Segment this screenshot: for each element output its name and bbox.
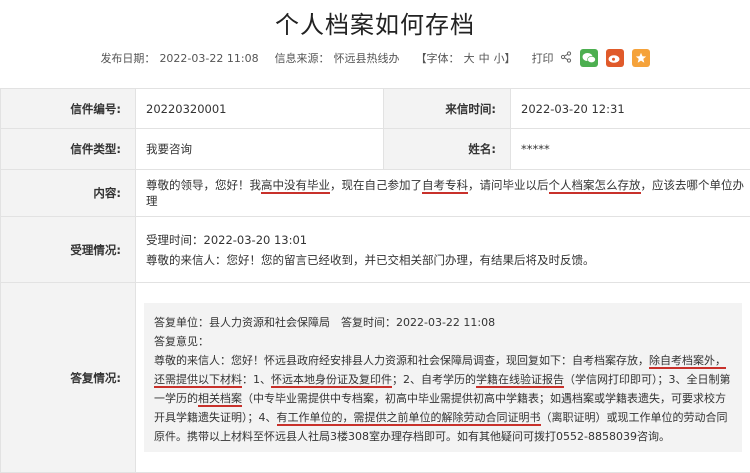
acceptance-text: 尊敬的来信人：您好！您的留言已经收到，并已交相关部门办理，有结果后将及时反馈。 xyxy=(146,250,749,270)
page-title: 个人档案如何存档 xyxy=(0,8,750,42)
publish-date-label: 发布日期： xyxy=(100,50,155,66)
print-link[interactable]: 打印 xyxy=(532,50,554,66)
letter-number-label: 信件编号: xyxy=(1,89,136,129)
font-large-link[interactable]: 大 xyxy=(464,50,475,66)
content-text: 尊敬的领导，您好！我高中没有毕业，现在自己参加了自考专科，请问毕业以后个人档案怎… xyxy=(136,170,750,217)
letter-table: 信件编号: 20220320001 来信时间: 2022-03-20 12:31… xyxy=(0,88,750,473)
name-value: ***** xyxy=(511,129,750,170)
meta-bar: 发布日期： 2022-03-22 11:08 信息来源： 怀远县热线办 【字体：… xyxy=(0,47,750,69)
letter-time-label: 来信时间: xyxy=(384,89,511,129)
name-label: 姓名: xyxy=(384,129,511,170)
font-small-link[interactable]: 小】 xyxy=(494,50,516,66)
acceptance-content: 受理时间：2022-03-20 13:01 尊敬的来信人：您好！您的留言已经收到… xyxy=(136,217,750,283)
weibo-icon[interactable] xyxy=(606,49,624,67)
share-icon[interactable] xyxy=(560,51,572,66)
content-label: 内容: xyxy=(1,170,136,217)
letter-type-label: 信件类型: xyxy=(1,129,136,170)
source-label: 信息来源： xyxy=(275,50,330,66)
source: 怀远县热线办 xyxy=(334,50,400,66)
letter-number: 20220320001 xyxy=(136,89,384,129)
font-medium-link[interactable]: 中 xyxy=(479,50,490,66)
wechat-icon[interactable] xyxy=(580,49,598,67)
reply-unit-line: 答复单位：县人力资源和社会保障局 答复时间：2022-03-22 11:08 xyxy=(154,313,732,332)
reply-body: 尊敬的来信人：您好！怀远县政府经安排县人力资源和社会保障局调查，现回复如下：自考… xyxy=(154,351,732,446)
publish-date: 2022-03-22 11:08 xyxy=(159,52,258,65)
reply-box: 答复单位：县人力资源和社会保障局 答复时间：2022-03-22 11:08 答… xyxy=(144,303,742,452)
letter-time: 2022-03-20 12:31 xyxy=(511,89,750,129)
reply-cell: 答复单位：县人力资源和社会保障局 答复时间：2022-03-22 11:08 答… xyxy=(136,283,750,473)
letter-type: 我要咨询 xyxy=(136,129,384,170)
favorite-icon[interactable] xyxy=(632,49,650,67)
acceptance-time: 受理时间：2022-03-20 13:01 xyxy=(146,230,749,250)
reply-opinion-label: 答复意见： xyxy=(154,332,732,351)
acceptance-label: 受理情况: xyxy=(1,217,136,283)
font-size-prefix: 【字体： xyxy=(416,50,460,66)
reply-label: 答复情况: xyxy=(1,283,136,473)
